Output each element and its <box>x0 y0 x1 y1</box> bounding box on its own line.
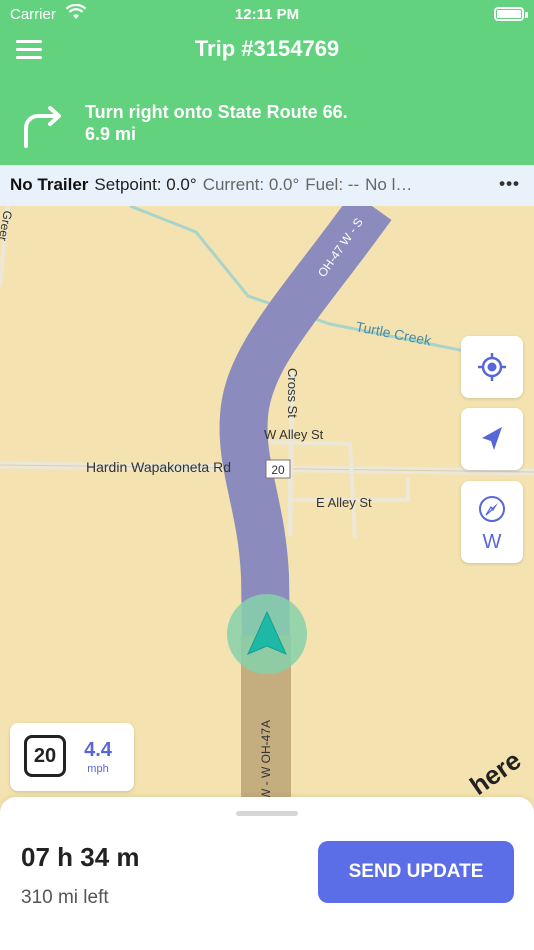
crosshair-icon <box>478 353 506 381</box>
sheet-grabber[interactable] <box>236 811 298 816</box>
trailer-info-bar[interactable]: No Trailer Setpoint: 0.0° Current: 0.0° Fue… <box>0 165 534 206</box>
speed-card: 20 4.4 mph <box>10 723 134 791</box>
eta-duration: 07 h 34 m <box>21 842 140 872</box>
turn-instruction: Turn right onto State Route 66. 6.9 mi <box>85 101 348 145</box>
distance-remaining: 310 mi left <box>21 887 109 908</box>
map-view[interactable]: OH-47 W - S W - W OH-47A Turtle Creek Cr… <box>0 206 534 806</box>
navigation-mode-button[interactable] <box>461 408 523 470</box>
trailer-status: No Trailer <box>10 175 89 194</box>
send-update-button[interactable]: SEND UPDATE <box>318 841 514 903</box>
hardin-label: Hardin Wapakoneta Rd <box>86 459 231 475</box>
info-overflow: No l… <box>365 175 413 194</box>
turn-right-icon <box>24 106 61 148</box>
w-alley-label: W Alley St <box>264 427 324 442</box>
fuel-value: Fuel: -- <box>305 175 360 194</box>
compass-button[interactable]: W <box>461 481 523 563</box>
recenter-button[interactable] <box>461 336 523 398</box>
battery-icon <box>494 7 524 21</box>
instruction-text: Turn right onto State Route 66. <box>85 102 348 122</box>
e-alley-label: E Alley St <box>316 495 372 510</box>
status-bar: Carrier 12:11 PM <box>0 0 534 30</box>
trip-bottom-sheet[interactable]: 07 h 34 m 310 mi left SEND UPDATE <box>0 797 534 950</box>
battery-tip <box>525 12 528 18</box>
compass-icon <box>479 496 505 522</box>
setpoint-value: Setpoint: 0.0° <box>94 175 197 194</box>
compass-heading: W <box>482 531 502 553</box>
speed-unit: mph <box>87 763 109 775</box>
cross-st-label: Cross St <box>285 368 300 418</box>
current-temp: Current: 0.0° <box>202 175 300 194</box>
more-options-icon[interactable]: ••• <box>499 174 520 194</box>
trip-header: Carrier 12:11 PM Trip #3154769 Turn righ… <box>0 0 534 165</box>
clock: 12:11 PM <box>234 6 300 23</box>
speed-limit-sign: 20 <box>24 735 66 777</box>
page-title: Trip #3154769 <box>194 36 340 61</box>
instruction-distance: 6.9 mi <box>85 124 137 144</box>
navigation-arrow-icon <box>482 427 502 450</box>
route-label-bottom: W - W OH-47A <box>259 720 273 800</box>
current-speed: 4.4 <box>84 739 112 761</box>
shield-number: 20 <box>271 463 285 477</box>
route-20-shield: 20 <box>265 459 291 479</box>
